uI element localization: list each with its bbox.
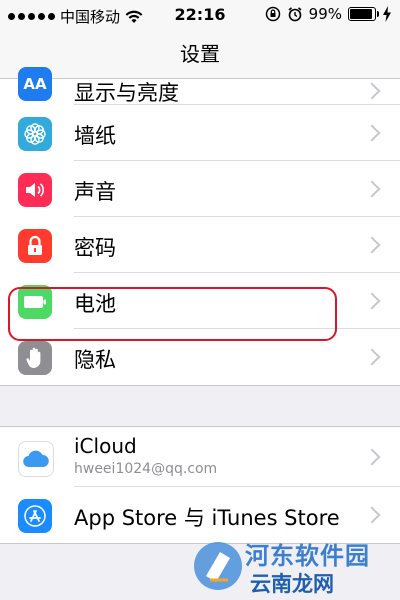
watermark-logo-icon — [194, 542, 242, 590]
chevron-right-icon — [363, 124, 381, 142]
row-label: App Store 与 iTunes Store — [74, 506, 340, 530]
row-label: iCloud — [74, 434, 137, 458]
settings-row-sounds[interactable]: 声音 — [0, 161, 400, 217]
icloud-account-email: hweei1024@qq.com — [74, 461, 218, 477]
icloud-icon — [18, 441, 54, 477]
settings-row-privacy[interactable]: 隐私 — [0, 329, 400, 385]
alarm-clock-icon — [288, 7, 302, 22]
nav-bar: 设置 — [0, 30, 400, 79]
chevron-right-icon — [363, 236, 381, 254]
row-label: 声音 — [74, 180, 116, 204]
chevron-right-icon — [363, 506, 381, 524]
status-bar: 中国移动 22:16 99% — [0, 0, 400, 30]
lock-icon — [18, 229, 52, 263]
watermark: 河东软件园 云南龙网 — [190, 530, 400, 600]
chevron-right-icon — [363, 448, 381, 466]
row-label: 墙纸 — [74, 124, 116, 148]
settings-row-icloud[interactable]: iCloud hweei1024@qq.com — [0, 427, 400, 487]
row-label: 显示与亮度 — [74, 81, 179, 105]
settings-row-passcode[interactable]: 密码 — [0, 217, 400, 273]
watermark-text-primary: 河东软件园 — [245, 542, 370, 570]
status-right: 99% — [265, 5, 392, 23]
settings-row-battery[interactable]: 电池 — [0, 273, 400, 329]
battery-icon — [18, 285, 52, 319]
wallpaper-flower-icon — [18, 117, 52, 151]
settings-row-wallpaper[interactable]: 墙纸 — [0, 105, 400, 161]
charging-bolt-icon — [383, 6, 391, 22]
settings-row-display[interactable]: AA 显示与亮度 — [0, 67, 400, 105]
battery-percent: 99% — [308, 5, 342, 23]
battery-status-icon — [348, 7, 379, 21]
settings-group-general: AA 显示与亮度 墙纸 声音 密码 电池 隐私 — [0, 67, 400, 386]
page-title: 设置 — [180, 42, 220, 66]
display-brightness-icon: AA — [18, 67, 52, 101]
row-label: 电池 — [74, 292, 116, 316]
watermark-text-secondary: 云南龙网 — [250, 572, 334, 596]
row-label: 密码 — [74, 236, 116, 260]
chevron-right-icon — [363, 348, 381, 366]
chevron-right-icon — [363, 180, 381, 198]
chevron-right-icon — [363, 292, 381, 310]
battery-fill — [350, 9, 372, 19]
rotation-lock-icon — [265, 6, 280, 22]
settings-group-accounts: iCloud hweei1024@qq.com App Store 与 iTun… — [0, 426, 400, 544]
app-store-icon — [18, 499, 52, 533]
chevron-right-icon — [363, 82, 381, 100]
row-label: 隐私 — [74, 348, 116, 372]
speaker-icon — [18, 173, 52, 207]
hand-icon — [18, 341, 52, 375]
